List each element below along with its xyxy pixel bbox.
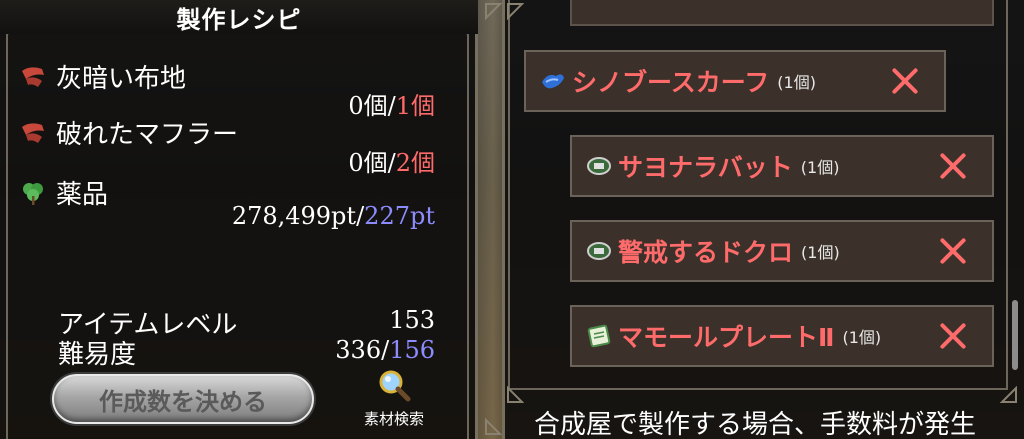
craft-item-name: サヨナラバット — [618, 153, 793, 182]
corner-ornament-icon — [1000, 386, 1017, 403]
scarf-icon — [540, 68, 566, 94]
cloth-icon — [20, 64, 46, 90]
craft-item-name: 警戒するドクロ — [618, 238, 794, 267]
material-quantity-3: 278,499pt/227pt — [231, 202, 435, 230]
material-row-3: 薬品 — [20, 174, 108, 211]
craft-item-count: (1個) — [801, 243, 840, 262]
difficulty-value: 336/156 — [335, 336, 435, 364]
craft-item-count: (1個) — [842, 328, 882, 347]
material-row-2: 破れたマフラー — [20, 114, 238, 151]
magnifier-icon — [376, 368, 412, 406]
remove-item-button[interactable] — [938, 151, 968, 181]
remove-item-button[interactable] — [890, 66, 920, 96]
corner-ornament-icon — [507, 386, 524, 403]
recipe-panel-title: 製作レシピ — [0, 0, 478, 34]
material-name: 破れたマフラー — [56, 120, 239, 150]
herb-icon — [20, 180, 46, 206]
material-search-label: 素材検索 — [363, 410, 424, 428]
corner-ornament-icon — [485, 418, 502, 435]
remove-item-button[interactable] — [938, 236, 968, 266]
material-quantity-1: 0個/1個 — [348, 92, 435, 120]
material-search-button[interactable]: 素材検索 — [346, 368, 442, 434]
decide-quantity-button[interactable]: 作成数を決める — [52, 374, 314, 424]
craft-item-count: (1個) — [777, 73, 816, 92]
craft-item-card-partial — [570, 0, 994, 26]
corner-ornament-icon — [507, 3, 524, 20]
craft-item-name: マモールプレートⅡ — [618, 323, 835, 352]
material-name: 薬品 — [56, 180, 109, 210]
box-icon — [586, 153, 612, 179]
box-icon — [586, 238, 612, 264]
craft-item-card-3[interactable]: 警戒するドクロ (1個) — [570, 220, 994, 282]
material-row-1: 灰暗い布地 — [20, 58, 186, 95]
material-name: 灰暗い布地 — [56, 64, 187, 94]
craft-item-card-4[interactable]: マモールプレートⅡ (1個) — [570, 305, 994, 367]
scrollbar-thumb[interactable] — [1012, 300, 1018, 370]
item-level-value: 153 — [389, 306, 435, 334]
remove-item-button[interactable] — [938, 321, 968, 351]
craft-item-count: (1個) — [800, 158, 840, 177]
craft-item-card-1[interactable]: シノブースカーフ (1個) — [524, 50, 946, 112]
recipe-panel: 製作レシピ 灰暗い布地 0個/1個 破れたマフラー 0個/2個 薬品 278,4… — [0, 0, 478, 439]
material-quantity-2: 0個/2個 — [348, 149, 435, 177]
corner-ornament-icon — [485, 3, 502, 20]
cloth-icon — [20, 120, 46, 146]
difficulty-label: 難易度 — [58, 340, 137, 370]
scroll-icon — [586, 323, 612, 349]
fee-notice-message: 合成屋で製作する場合、手数料が発生 — [534, 410, 977, 439]
craft-item-card-2[interactable]: サヨナラバット (1個) — [570, 135, 994, 197]
craft-item-name: シノブースカーフ — [572, 68, 770, 97]
